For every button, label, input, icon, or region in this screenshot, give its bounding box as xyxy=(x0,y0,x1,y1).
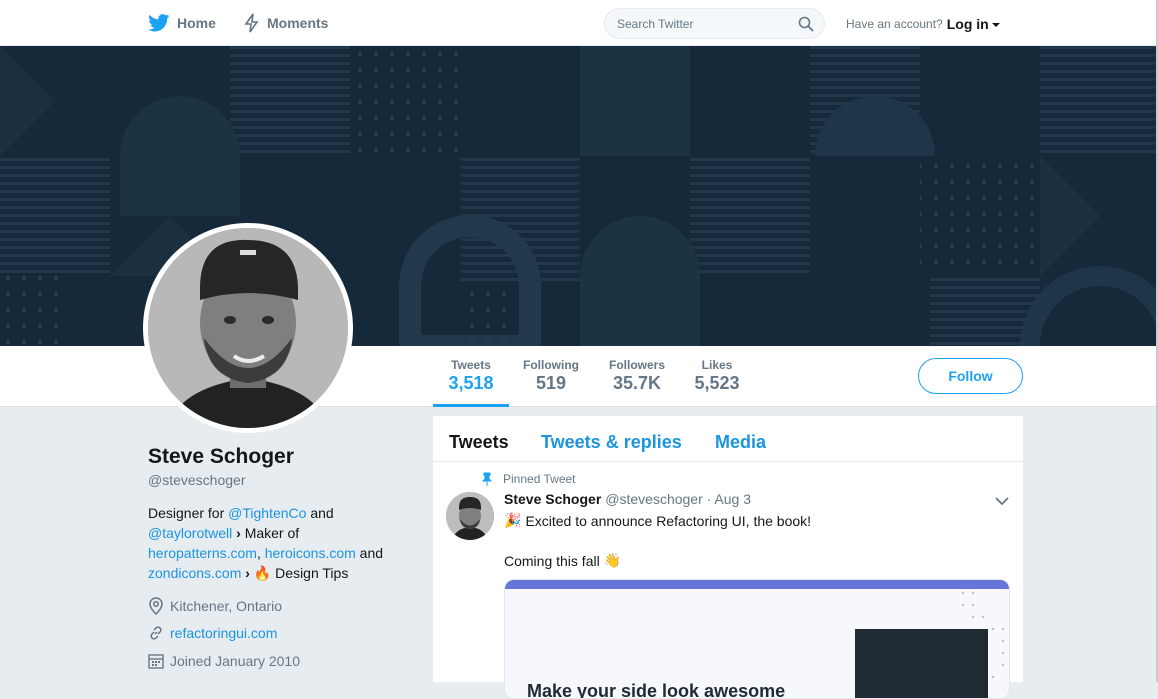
joined-text: Joined January 2010 xyxy=(170,653,300,669)
card-heading: Make your side look awesome xyxy=(527,681,786,699)
search-input[interactable] xyxy=(617,16,787,31)
top-navigation-bar: Home Moments Have an account? Log in xyxy=(0,0,1158,46)
pin-icon xyxy=(481,472,493,486)
nav-home-label: Home xyxy=(177,15,216,31)
bio-text: Maker of xyxy=(240,525,300,541)
tweet-text: Excited to announce Refactoring UI, the … xyxy=(525,512,812,529)
tweet-text: Coming this fall xyxy=(504,552,600,569)
timeline-tabs: Tweets Tweets & replies Media xyxy=(433,416,1023,462)
stat-value: 3,518 xyxy=(448,373,494,393)
stat-label: Following xyxy=(523,358,579,372)
calendar-icon xyxy=(148,654,164,669)
card-accent-bar xyxy=(505,580,1009,589)
tweet-avatar-image xyxy=(446,492,494,540)
tab-tweets[interactable]: Tweets xyxy=(449,432,509,453)
tweet-header: Steve Schoger @steveschoger · Aug 3 xyxy=(504,491,751,507)
location-text: Kitchener, Ontario xyxy=(170,598,283,614)
stat-likes[interactable]: Likes 5,523 xyxy=(685,358,749,407)
tweet-text-line: Coming this fall 👋 xyxy=(504,552,621,569)
tweet-handle[interactable]: @steveschoger xyxy=(605,491,702,507)
tweet-media-card[interactable]: Make your side look awesome xyxy=(504,579,1010,699)
location-pin-icon xyxy=(149,597,163,615)
account-prompt: Have an account? xyxy=(846,17,943,31)
nav-moments[interactable]: Moments xyxy=(244,0,328,46)
nav-moments-label: Moments xyxy=(267,15,329,31)
pinned-tweet-label: Pinned Tweet xyxy=(503,472,576,486)
search-box xyxy=(604,8,825,39)
tweet-author[interactable]: Steve Schoger xyxy=(504,491,601,507)
stat-value: 35.7K xyxy=(612,373,662,393)
bio-link-heroicons[interactable]: heroicons.com xyxy=(265,545,356,561)
account-menu: Have an account? Log in xyxy=(846,16,1000,32)
card-preview-image: Make your side look awesome xyxy=(505,589,1009,699)
tweet-text-line: 🎉 Excited to announce Refactoring UI, th… xyxy=(504,512,811,529)
lightning-bolt-icon xyxy=(244,13,259,33)
profile-bio: Designer for @TightenCo and @taylorotwel… xyxy=(148,503,418,583)
chevron-down-icon[interactable] xyxy=(991,23,1000,27)
link-icon xyxy=(150,626,162,640)
waving-hand-icon: 👋 xyxy=(603,552,622,568)
follow-button[interactable]: Follow xyxy=(918,358,1023,394)
timeline: Tweets Tweets & replies Media Pinned Twe… xyxy=(433,416,1023,699)
stat-label: Likes xyxy=(701,358,733,372)
profile-location: Kitchener, Ontario xyxy=(148,597,282,615)
stat-value: 5,523 xyxy=(694,373,740,393)
bio-text: Design Tips xyxy=(271,565,349,581)
stat-following[interactable]: Following 519 xyxy=(515,358,587,407)
bio-text: , xyxy=(256,545,265,561)
avatar-photo-image xyxy=(148,228,348,428)
login-link[interactable]: Log in xyxy=(947,16,989,32)
party-popper-icon: 🎉 xyxy=(504,512,522,528)
website-link[interactable]: refactoringui.com xyxy=(170,625,277,641)
bio-link-zondicons[interactable]: zondicons.com xyxy=(148,565,241,581)
profile-name: Steve Schoger xyxy=(148,445,294,468)
profile-handle: @steveschoger xyxy=(148,472,246,488)
bio-text: and xyxy=(306,505,334,521)
card-dark-panel xyxy=(855,629,988,698)
twitter-bird-icon xyxy=(148,14,170,32)
stat-label: Tweets xyxy=(451,358,491,372)
bio-text: Designer for xyxy=(148,505,229,521)
profile-avatar[interactable] xyxy=(143,223,353,433)
nav-home[interactable]: Home xyxy=(148,0,216,46)
stat-label: Followers xyxy=(608,358,665,372)
bio-link-heropatterns[interactable]: heropatterns.com xyxy=(148,545,257,561)
fire-emoji-icon: 🔥 xyxy=(253,565,272,581)
tab-tweets-replies[interactable]: Tweets & replies xyxy=(541,432,682,453)
stat-value: 519 xyxy=(535,373,567,393)
search-icon[interactable] xyxy=(798,16,814,32)
stat-tweets[interactable]: Tweets 3,518 xyxy=(433,358,509,407)
tab-media[interactable]: Media xyxy=(715,432,766,453)
bio-link-tightenco[interactable]: @TightenCo xyxy=(228,505,306,521)
bio-link-taylorotwell[interactable]: @taylorotwell xyxy=(148,525,232,541)
tweet-date[interactable]: · Aug 3 xyxy=(707,491,751,507)
tweet-avatar[interactable] xyxy=(446,492,494,540)
chevron-right-icon: › xyxy=(245,565,250,581)
profile-website: refactoringui.com xyxy=(148,625,277,641)
bio-text: and xyxy=(355,545,384,561)
stat-followers[interactable]: Followers 35.7K xyxy=(601,358,673,407)
chevron-down-icon[interactable] xyxy=(995,496,1009,506)
profile-joined: Joined January 2010 xyxy=(148,653,300,669)
